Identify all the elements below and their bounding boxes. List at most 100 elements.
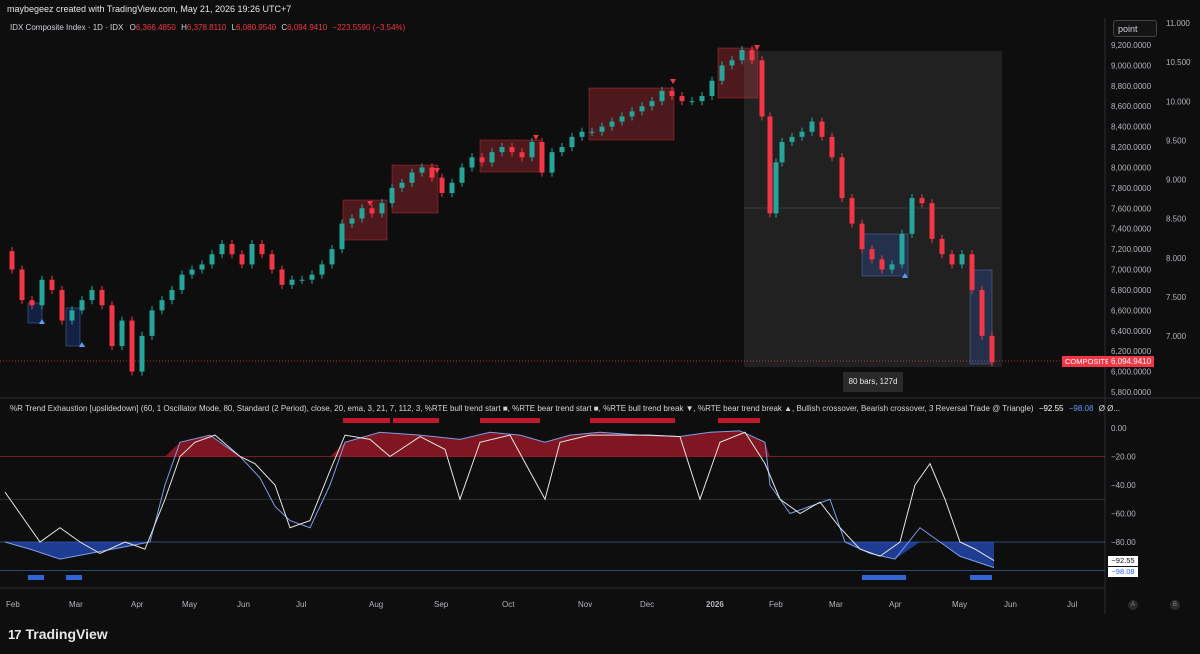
candle-body (69, 310, 75, 321)
candle-body (639, 106, 645, 112)
auto-scale-button[interactable]: A (1128, 600, 1138, 610)
candle-body (149, 310, 155, 336)
candle-body (159, 300, 165, 311)
price-axis-label: 9,000.0000 (1111, 61, 1152, 70)
candle-body (99, 289, 105, 306)
candle-body (289, 279, 295, 285)
candle-body (989, 335, 995, 363)
candle-body (969, 254, 975, 290)
candle-body (869, 249, 875, 260)
candle-body (79, 300, 85, 311)
candle-body (409, 172, 415, 183)
chart-canvas[interactable]: 9,200.0000 9,000.0000 8,800.0000 8,600.0000… (0, 18, 1200, 614)
candle-body (339, 223, 345, 250)
candle-body (129, 320, 135, 372)
candle-body (773, 162, 779, 214)
indicator-title[interactable]: %R Trend Exhaustion [upslidedown] (60, 1… (10, 404, 1034, 413)
candle-body (589, 131, 595, 133)
time-axis-label: 2026 (706, 600, 724, 609)
candle-body (699, 96, 705, 102)
price-axis-label: 8,600.0000 (1111, 102, 1152, 111)
candle-body (439, 177, 445, 193)
osc-bear-bar (970, 575, 992, 580)
candle-body (29, 300, 35, 306)
osc-bull-bar (343, 418, 390, 423)
low-value: 6,080.9540 (236, 23, 277, 32)
candle-body (669, 90, 675, 97)
candle-body (689, 101, 695, 103)
time-axis-label: Jun (237, 600, 250, 609)
candle-body (239, 254, 245, 265)
log-scale-button[interactable]: B (1170, 600, 1180, 610)
time-axis-label: May (952, 600, 967, 609)
osc-axis-label: −20.00 (1111, 453, 1136, 462)
bear-trend-zone (27, 302, 43, 324)
candle-body (259, 244, 265, 255)
candle-body (559, 147, 565, 153)
footer: 17 TradingView (0, 614, 1200, 654)
secondary-axis-label: 10.500 (1166, 58, 1191, 67)
symbol-legend[interactable]: IDX Composite Index · 1D · IDX O6,366.48… (10, 23, 405, 32)
point-selector[interactable]: point (1113, 20, 1157, 37)
secondary-axis-label: 8.500 (1166, 215, 1187, 224)
price-axis-label: 6,800.0000 (1111, 286, 1152, 295)
close-value: 6,094.9410 (287, 23, 328, 32)
osc-bear-bar (28, 575, 44, 580)
time-axis-label: Aug (369, 600, 383, 609)
secondary-axis-label: 10.000 (1166, 97, 1191, 106)
tradingview-logo[interactable]: 17 TradingView (8, 626, 108, 642)
chart-area[interactable]: 9,200.0000 9,000.0000 8,800.0000 8,600.0000… (0, 18, 1200, 614)
candle-body (139, 335, 145, 372)
osc-bear-bar (66, 575, 82, 580)
price-axis-label: 5,800.0000 (1111, 388, 1152, 397)
osc-bull-bar (480, 418, 540, 423)
candle-body (879, 259, 885, 270)
candle-body (949, 254, 955, 265)
candle-body (859, 223, 865, 250)
candle-body (349, 218, 355, 224)
price-axis-label: 7,200.0000 (1111, 245, 1152, 254)
candle-body (619, 116, 625, 122)
osc-bear-fill (5, 542, 994, 568)
price-axis-label: 8,800.0000 (1111, 82, 1152, 91)
time-axis-label: Oct (502, 600, 515, 609)
candle-body (269, 254, 275, 270)
change-value: −223.5590 (−3.54%) (332, 23, 406, 32)
candle-body (379, 203, 385, 214)
symbol-price-tag: COMPOSITE (1062, 356, 1114, 367)
time-axis-label: Jul (1067, 600, 1077, 609)
candle-body (119, 320, 125, 347)
top-bar: maybegeez created with TradingView.com, … (0, 0, 1200, 18)
symbol-name[interactable]: IDX Composite Index · 1D · IDX (10, 23, 123, 32)
candle-body (839, 157, 845, 199)
time-axis-label: Nov (578, 600, 592, 609)
indicator-legend[interactable]: %R Trend Exhaustion [upslidedown] (60, 1… (10, 404, 1120, 413)
indicator-value-1: −92.55 (1038, 404, 1064, 413)
current-price-tag: 6,094.9410 (1108, 356, 1155, 367)
time-axis-label: Jul (296, 600, 306, 609)
price-axis-label: 9,200.0000 (1111, 41, 1152, 50)
candle-body (789, 136, 795, 142)
open-value: 6,366.4850 (135, 23, 176, 32)
indicator-extra: Ø Ø... (1098, 404, 1121, 413)
price-axis-label: 6,200.0000 (1111, 347, 1152, 356)
candle-body (649, 101, 655, 107)
osc-bull-fill (5, 430, 994, 457)
candle-body (799, 131, 805, 137)
secondary-axis-label: 9.000 (1166, 176, 1187, 185)
candle-body (429, 167, 435, 178)
candle-body (509, 147, 515, 153)
candle-body (319, 264, 325, 275)
price-axis-label: 8,400.0000 (1111, 123, 1152, 132)
price-axis-label: 6,600.0000 (1111, 306, 1152, 315)
candle-body (779, 141, 785, 163)
secondary-axis-label: 11.000 (1166, 19, 1190, 28)
time-axis-label: Feb (6, 600, 20, 609)
time-axis-label: Sep (434, 600, 449, 609)
secondary-axis-label: 7.500 (1166, 293, 1187, 302)
price-axis-label: 7,400.0000 (1111, 225, 1152, 234)
candle-body (959, 254, 965, 265)
candle-body (389, 187, 395, 204)
bear-break-triangle (533, 135, 539, 140)
time-axis-label: Jun (1004, 600, 1017, 609)
